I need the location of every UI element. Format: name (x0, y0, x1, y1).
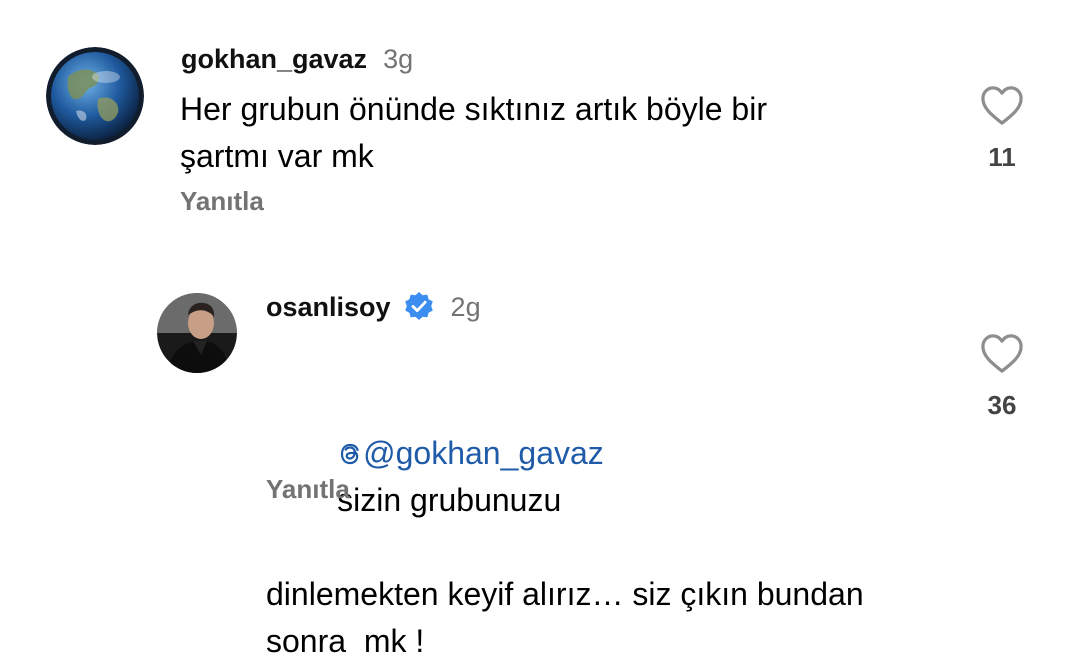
like-count: 36 (987, 390, 1017, 420)
reply-button[interactable]: Yanıtla (180, 186, 264, 217)
avatar[interactable] (46, 47, 144, 145)
comment-item: gokhan_gavaz 3g Her grubun önünde sıktın… (0, 0, 1080, 260)
comment-line: sonra mk ! (266, 623, 425, 659)
mention-username: @gokhan_gavaz (363, 435, 604, 471)
like-button[interactable] (972, 84, 1032, 126)
timestamp: 3g (383, 43, 414, 74)
comment-text: Her grubun önünde sıktınız artık böyle b… (180, 86, 767, 180)
heart-icon (981, 86, 1023, 125)
comment-text: @gokhan_gavaz sizin grubunuzu dinlemekte… (266, 336, 864, 665)
reply-comment-item: osanlisoy 2g @gokhan_gavaz sizin grubunu… (0, 260, 1080, 659)
comment-line: Her grubun önünde sıktınız artık böyle b… (180, 91, 767, 127)
verified-badge-icon (403, 291, 435, 323)
username[interactable]: gokhan_gavaz (181, 44, 367, 75)
avatar[interactable] (157, 293, 237, 373)
comment-line: şartmı var mk (180, 138, 374, 174)
earth-globe-icon (46, 47, 144, 145)
like-button[interactable] (972, 332, 1032, 374)
username[interactable]: osanlisoy (266, 292, 391, 323)
reply-button[interactable]: Yanıtla (266, 474, 350, 505)
heart-icon (981, 334, 1023, 373)
comment-header: gokhan_gavaz 3g (181, 42, 413, 76)
like-count: 11 (988, 142, 1016, 172)
comment-line: @gokhan_gavaz sizin grubunuzu (266, 336, 864, 571)
comment-header: osanlisoy 2g (266, 290, 481, 324)
comment-line-text: sizin grubunuzu (319, 482, 562, 518)
threads-icon (341, 443, 360, 465)
comment-line: dinlemekten keyif alırız… siz çıkın bund… (266, 576, 864, 612)
person-photo-icon (157, 293, 237, 373)
timestamp: 2g (450, 291, 481, 322)
